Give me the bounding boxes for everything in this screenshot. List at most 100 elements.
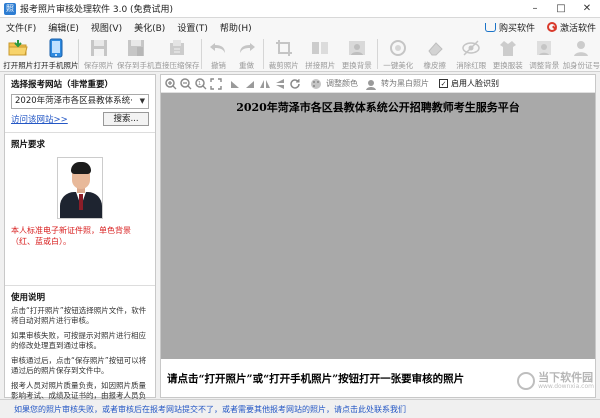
menu-file[interactable]: 文件(F) — [0, 21, 42, 34]
menu-view[interactable]: 视图(V) — [85, 21, 128, 34]
actual-size-icon[interactable]: 1 — [194, 77, 208, 91]
key-icon — [546, 22, 557, 32]
face-detect-checkbox[interactable]: ✓ — [439, 79, 448, 88]
select-site-title: 选择报考网站（非常重要） — [11, 80, 114, 90]
usage-paragraph: 如果审核失败，可按提示对照片进行相应的修改处理直到通过审核。 — [11, 331, 146, 350]
zoom-in-icon[interactable] — [164, 77, 178, 91]
photo-canvas[interactable]: 2020年菏泽市各区县教体系统公开招聘教师考生服务平台 — [161, 93, 595, 359]
to-grayscale-button[interactable]: 转为黑白照片 — [381, 78, 429, 89]
app-icon: 照 — [4, 2, 16, 15]
fit-window-icon[interactable] — [209, 77, 223, 91]
red-eye-icon — [461, 38, 481, 58]
photo-preview-panel: 1 调整颜色 转为黑白照片 ✓ 启用人脸识别 2020年菏泽市各区县教体系统公开… — [160, 74, 596, 398]
close-button[interactable]: ✕ — [574, 0, 600, 18]
site-select-dropdown[interactable]: 2020年菏泽市各区县教体系统· ▼ — [11, 94, 149, 109]
usage-title: 使用说明 — [11, 293, 46, 303]
stitch-photo-label: 拼接照片 — [305, 61, 336, 70]
photo-requirement-note: 本人标准电子新证件照，单色背景（红、蓝或白）。 — [11, 226, 131, 246]
rotate-left-icon[interactable] — [228, 77, 242, 91]
compress-save-label: 直接压缩保存 — [154, 61, 200, 70]
minimize-button[interactable]: – — [522, 0, 548, 18]
contact-us-link[interactable]: 如果您的照片审核失败，或者审核后在报考网站提交不了，或者需要其他报考网站的照片，… — [14, 404, 406, 415]
save-photo-label: 保存照片 — [83, 61, 114, 70]
open-photo-prompt: 请点击“打开照片”或“打开手机照片”按钮打开一张要审核的照片 — [167, 373, 465, 385]
one-click-beautify-label: 一键美化 — [383, 61, 414, 70]
toolbar-separator — [201, 39, 203, 69]
left-panel: 选择报考网站（非常重要） 2020年菏泽市各区县教体系统· ▼ 访问该网站>> … — [4, 74, 156, 410]
crop-photo-button[interactable]: 裁剪照片 — [266, 36, 303, 72]
redo-icon — [237, 38, 257, 58]
one-click-beautify-button[interactable]: 一键美化 — [380, 36, 417, 72]
save-to-phone-label: 保存到手机 — [116, 61, 155, 70]
flip-vertical-icon[interactable] — [273, 77, 287, 91]
adjust-color-button[interactable]: 调整颜色 — [326, 78, 358, 89]
crop-photo-label: 裁剪照片 — [268, 61, 299, 70]
remove-red-eye-button[interactable]: 消除红眼 — [453, 36, 490, 72]
background-icon — [347, 38, 367, 58]
usage-instructions: 点击“打开照片”按钮选择照片文件，软件将自动对照片进行审核。 如果审核失败，可按… — [5, 306, 155, 411]
stitch-photo-button[interactable]: 拼接照片 — [302, 36, 339, 72]
window-controls: – □ ✕ — [522, 0, 600, 18]
add-id-number-label: 加身份证号 — [562, 61, 600, 70]
photo-requirements-title: 照片要求 — [11, 140, 46, 150]
rotate-right-icon[interactable] — [243, 77, 257, 91]
open-folder-icon — [8, 38, 28, 58]
redo-button[interactable]: 重做 — [232, 36, 260, 72]
change-background-label: 更换背景 — [341, 61, 372, 70]
sample-photo-wrap — [5, 157, 155, 219]
redo-label: 重做 — [239, 61, 255, 70]
remove-red-eye-label: 消除红眼 — [456, 61, 487, 70]
buy-software-label: 购买软件 — [498, 23, 535, 34]
refresh-icon[interactable] — [288, 77, 302, 91]
change-clothes-label: 更换服装 — [492, 61, 523, 70]
window-title: 报考照片审核处理软件 3.0 (免费试用) — [20, 5, 174, 15]
clothes-icon — [498, 38, 518, 58]
stitch-icon — [310, 38, 330, 58]
palette-icon — [309, 77, 323, 91]
save-photo-button[interactable]: 保存照片 — [80, 36, 117, 72]
menu-right-links: 购买软件 激活软件 — [473, 18, 596, 36]
beautify-icon — [388, 38, 408, 58]
toolbar-separator — [377, 39, 378, 69]
menu-settings[interactable]: 设置(T) — [171, 21, 214, 34]
crop-icon — [274, 38, 294, 58]
open-phone-photo-label: 打开手机照片 — [33, 61, 79, 70]
phone-icon — [46, 38, 66, 58]
menu-help[interactable]: 帮助(H) — [214, 21, 258, 34]
change-background-button[interactable]: 更换背景 — [339, 36, 376, 72]
open-photo-button[interactable]: 打开照片 — [0, 36, 37, 72]
buy-software-link[interactable]: 购买软件 — [484, 21, 535, 34]
usage-paragraph: 审核通过后，点击“保存照片”按钮可以将通过后的照片保存到文件中。 — [11, 356, 147, 375]
activate-software-link[interactable]: 激活软件 — [546, 21, 596, 34]
flip-horizontal-icon[interactable] — [258, 77, 272, 91]
svg-text:1: 1 — [198, 81, 201, 87]
eraser-icon — [425, 38, 445, 58]
activate-software-label: 激活软件 — [559, 23, 596, 34]
watermark-circle-icon — [517, 372, 536, 390]
save-to-phone-button[interactable]: 保存到手机 — [116, 36, 155, 72]
site-select-value: 2020年菏泽市各区县教体系统· — [15, 96, 133, 106]
id-number-icon — [571, 38, 591, 58]
grayscale-icon — [364, 77, 378, 91]
zoom-out-icon[interactable] — [179, 77, 193, 91]
adjust-background-label: 调整背景 — [529, 61, 560, 70]
eraser-label: 橡皮擦 — [423, 61, 447, 70]
undo-button[interactable]: 撤销 — [204, 36, 232, 72]
maximize-button[interactable]: □ — [548, 0, 574, 18]
undo-icon — [208, 38, 228, 58]
change-clothes-button[interactable]: 更换服装 — [490, 36, 527, 72]
menu-edit[interactable]: 编辑(E) — [42, 21, 85, 34]
menu-beautify[interactable]: 美化(B) — [128, 21, 171, 34]
toolbar-separator — [262, 39, 264, 69]
visit-site-link[interactable]: 访问该网站>> — [11, 113, 68, 125]
add-id-number-button[interactable]: 加身份证号 — [563, 36, 600, 72]
site-actions-row: 访问该网站>> 搜索... — [5, 110, 155, 128]
adjust-background-button[interactable]: 调整背景 — [526, 36, 563, 72]
face-detect-label: 启用人脸识别 — [451, 79, 499, 88]
divider — [5, 132, 155, 133]
status-bar: 如果您的照片审核失败，或者审核后在报考网站提交不了，或者需要其他报考网站的照片，… — [0, 399, 600, 418]
compress-save-button[interactable]: 直接压缩保存 — [154, 36, 199, 72]
eraser-button[interactable]: 橡皮擦 — [417, 36, 454, 72]
open-phone-photo-button[interactable]: 打开手机照片 — [33, 36, 79, 72]
search-button[interactable]: 搜索... — [103, 112, 149, 126]
